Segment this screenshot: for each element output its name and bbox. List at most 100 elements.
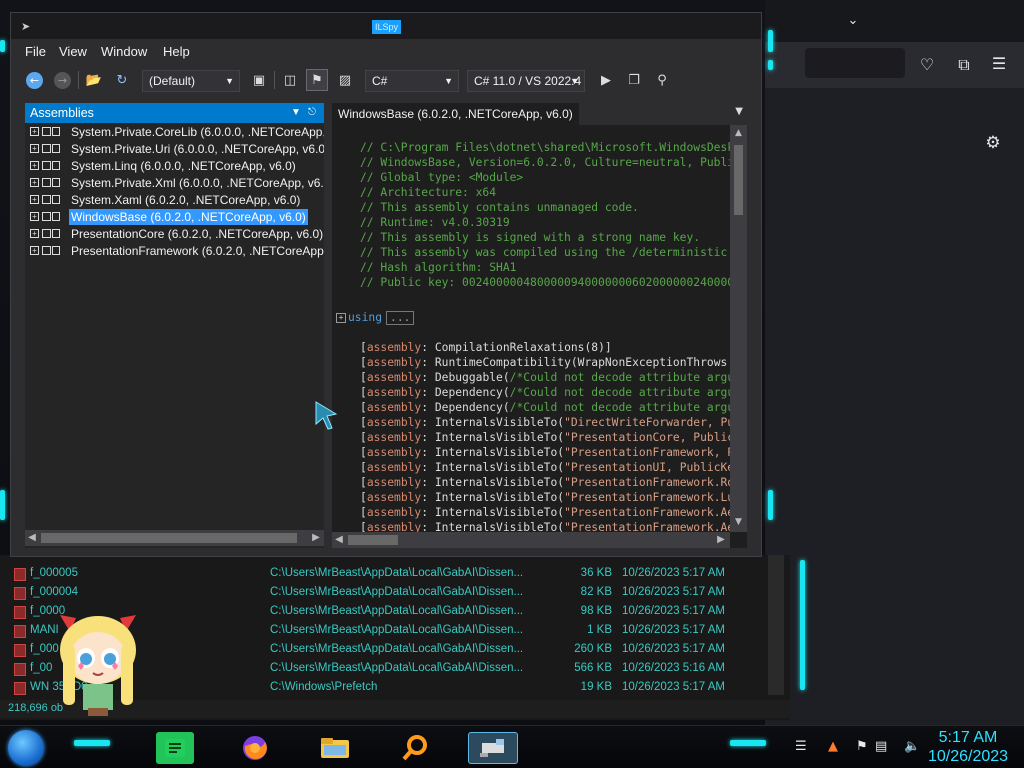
vertical-scrollbar[interactable]: ▲ ▼ [730,125,747,532]
neon-frame-accent [768,30,773,52]
explorer-scrollbar[interactable] [768,555,784,695]
collapsed-region[interactable]: ... [386,311,415,325]
scroll-left-icon[interactable]: ◀ [25,530,39,546]
tree-item[interactable]: + PresentationFramework (6.0.2.0, .NETCo… [25,243,324,260]
scroll-down-icon[interactable]: ▼ [730,517,747,527]
file-explorer-app-icon[interactable] [316,732,354,764]
attribute-name[interactable]: InternalsVisibleTo( [435,506,564,519]
start-button[interactable] [8,730,44,766]
title-bar[interactable]: ➤ ILSpy [11,13,761,39]
attribute-name[interactable]: InternalsVisibleTo( [435,491,564,504]
reload-icon[interactable]: ↻ [111,69,133,91]
file-icon [14,568,26,581]
ilspy-app-icon[interactable] [468,732,518,764]
search-app-icon[interactable] [396,732,434,764]
filter-icon[interactable]: ▨ [334,69,356,91]
attribute-name[interactable]: Debuggable( [435,371,510,384]
back-icon[interactable]: ← [26,72,43,89]
code-editor[interactable]: // C:\Program Files\dotnet\shared\Micros… [332,125,730,532]
forward-icon[interactable]: → [54,72,71,89]
expand-icon[interactable]: + [30,161,39,170]
attribute-name[interactable]: InternalsVisibleTo( [435,416,564,429]
new-tab-icon[interactable]: ❐ [623,69,645,91]
browser-url-bar[interactable] [805,48,905,78]
colon: : [421,401,435,414]
attribute-name[interactable]: InternalsVisibleTo( [435,461,564,474]
ilspy-window[interactable]: ➤ ILSpy File View Window Help ← → 📂 ↻ (D… [10,12,762,557]
menu-window[interactable]: Window [101,44,147,59]
attribute-name[interactable]: CompilationRelaxations( [435,341,591,354]
show-hidden-icons[interactable]: ☰ [795,739,807,754]
expand-icon[interactable]: + [30,212,39,221]
list-item[interactable]: f_000005 C:\Users\MrBeast\AppData\Local\… [0,565,790,584]
language-version-combo[interactable]: C# 11.0 / VS 2022.4 ▼ [467,70,585,92]
assembly-list-combo[interactable]: (Default) ▼ [142,70,240,92]
toolbar-separator [78,71,79,89]
extensions-icon[interactable]: ⧉ [954,56,974,74]
network-icon[interactable]: ▤ [875,739,887,754]
attribute-target: assembly [366,461,422,474]
code-tab[interactable]: WindowsBase (6.0.2.0, .NETCoreApp, v6.0) [332,103,579,125]
tab-menu-icon[interactable]: ▼ [735,106,743,117]
scrollbar-thumb[interactable] [41,533,297,543]
attribute-name[interactable]: InternalsVisibleTo( [435,476,564,489]
colon: : [421,446,435,459]
attribute-name[interactable]: InternalsVisibleTo( [435,446,564,459]
show-internal-icon[interactable]: ▣ [248,69,270,91]
scrollbar-thumb[interactable] [348,535,398,545]
scroll-right-icon[interactable]: ▶ [309,530,323,546]
tree-item[interactable]: + System.Private.Xml (6.0.0.0, .NETCoreA… [25,175,324,192]
horizontal-scrollbar[interactable]: ◀ ▶ [25,530,324,546]
expand-icon[interactable]: + [30,144,39,153]
expand-icon[interactable]: + [30,127,39,136]
tree-item-selected[interactable]: + WindowsBase (6.0.2.0, .NETCoreApp, v6.… [25,209,324,226]
language-combo[interactable]: C# ▼ [365,70,459,92]
tree-item[interactable]: + System.Linq (6.0.0.0, .NETCoreApp, v6.… [25,158,324,175]
attribute-argument: "PresentationUI, PublicKe [564,461,730,474]
menu-icon[interactable]: ☰ [989,55,1009,73]
attribute-name[interactable]: RuntimeCompatibility(WrapNonExceptionThr… [435,356,727,369]
gear-icon[interactable]: ⚙ [983,134,1003,152]
menu-file[interactable]: File [25,44,46,59]
taskbar-clock[interactable]: 5:17 AM 10/26/2023 [918,729,1018,767]
expand-icon[interactable]: + [30,229,39,238]
scroll-right-icon[interactable]: ▶ [714,532,728,548]
horizontal-scrollbar[interactable]: ◀ ▶ [332,532,730,548]
search-icon[interactable]: ⚲ [651,69,673,91]
notes-app-icon[interactable] [156,732,194,764]
chevron-down-icon[interactable]: ▼ [291,103,301,123]
expand-icon[interactable]: + [30,246,39,255]
tree-item[interactable]: + System.Xaml (6.0.2.0, .NETCoreApp, v6.… [25,192,324,209]
firefox-icon [243,736,267,760]
attribute-name[interactable]: InternalsVisibleTo( [435,521,564,532]
firefox-app-icon[interactable] [236,732,274,764]
attribute-name[interactable]: Dependency( [435,386,510,399]
chevron-down-icon[interactable]: ⌄ [843,12,863,30]
menu-help[interactable]: Help [163,44,190,59]
expand-icon[interactable]: + [30,195,39,204]
pocket-icon[interactable]: ♡ [917,56,937,74]
show-all-icon[interactable]: ⚑ [306,69,328,91]
tree-item[interactable]: + System.Private.Uri (6.0.0.0, .NETCoreA… [25,141,324,158]
file-size: 36 KB [580,567,612,579]
scrollbar-thumb[interactable] [734,145,743,215]
panel-splitter[interactable] [324,103,332,548]
attribute-name[interactable]: InternalsVisibleTo( [435,431,564,444]
expand-icon[interactable]: + [30,178,39,187]
attribute-name[interactable]: Dependency( [435,401,510,414]
expand-icon[interactable]: + [336,313,346,323]
tree-item[interactable]: + System.Private.CoreLib (6.0.0.0, .NETC… [25,124,324,141]
app-tray-icon[interactable]: ▲ [828,739,838,754]
using-fold[interactable]: + using... [336,311,415,325]
bracket: [ [360,521,367,532]
tree-item[interactable]: + PresentationCore (6.0.2.0, .NETCoreApp… [25,226,324,243]
show-public-icon[interactable]: ◫ [279,69,301,91]
scroll-left-icon[interactable]: ◀ [332,532,346,548]
open-folder-icon[interactable]: 📂 [83,69,105,91]
menu-view[interactable]: View [59,44,87,59]
flag-icon[interactable]: ⚑ [856,739,868,754]
decompile-icon[interactable]: ▶ [595,69,617,91]
attribute-argument: "PresentationFramework.Ro [564,476,730,489]
scroll-up-icon[interactable]: ▲ [730,128,747,138]
pin-icon[interactable]: ⎋ [308,103,316,123]
